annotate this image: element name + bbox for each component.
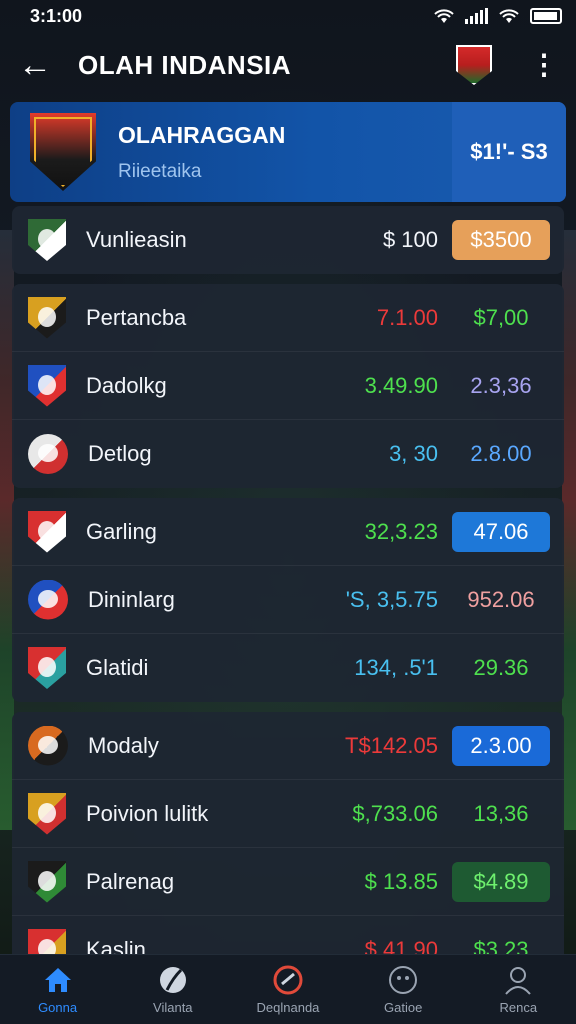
nav-tab-label: Vilanta [153,1000,193,1015]
status-time: 3:1:00 [30,5,83,26]
nav-tab[interactable]: Vilanta [123,964,223,1015]
table-row[interactable]: Dininlarg 'S, 3,5.75 952.06 [12,566,564,634]
price-value: 7.1.00 [376,304,438,330]
odds-button[interactable]: $4.89 [452,861,550,902]
hero-subtitle: Riieetaika [118,160,202,182]
odds-value: 2.3,36 [470,372,532,398]
league-badge-icon[interactable] [456,45,492,85]
team-name: Garling [86,518,157,544]
price-value: T$142.05 [345,732,438,758]
status-icons [433,8,562,24]
price-value: 134, .5'1 [354,655,438,680]
odds-value: 13,36 [473,800,529,826]
team-crest-icon [28,364,66,407]
odds-button[interactable]: 47.06 [452,511,550,552]
team-crest-icon [28,647,66,689]
app-bar: ← OLAH INDANSIA ⋮ [0,34,576,96]
nav-tab-label: Deqlnanda [256,1000,320,1015]
table-row[interactable]: Vunlieasin $ 100 $3500 [12,206,564,274]
odds-value: 952.06 [467,586,535,612]
whistle-icon [272,964,304,996]
stadium-background-right [562,230,576,830]
team-crest-icon [28,434,68,474]
team-name: Vunlieasin [86,227,187,252]
table-row[interactable]: Palrenag $ 13.85 $4.89 [12,848,564,916]
odds-button[interactable]: 2.3.00 [452,725,550,766]
nav-tab[interactable]: Gatioe [353,964,453,1015]
table-row[interactable]: Garling 32,3.23 47.06 [12,498,564,566]
table-row[interactable]: Detlog 3, 30 2.8.00 [12,420,564,488]
nav-tab-label: Renca [499,1000,538,1015]
team-name: Detlog [88,441,152,466]
team-group: Garling 32,3.23 47.06 Dininlarg 'S, 3,5.75 95… [12,498,564,702]
home-icon [42,964,74,996]
table-row[interactable]: Pertancba 7.1.00 $7,00 [12,284,564,352]
nav-tab[interactable]: Renca [468,964,568,1015]
user-icon [502,964,534,996]
price-value: 32,3.23 [364,518,438,544]
emoji-icon [387,964,419,996]
price-value: 'S, 3,5.75 [345,586,438,612]
team-name: Glatidi [86,655,149,680]
team-group: Modaly T$142.05 2.3.00 Poivion lulitk $,733.… [12,712,564,984]
signal-icon [465,8,488,24]
price-value: 3, 30 [389,441,438,466]
battery-icon [530,8,562,24]
team-list: Vunlieasin $ 100 $3500 Pertancba 7.1.00 $7,00… [12,206,564,994]
wifi-icon [499,9,519,23]
club-crest-icon [30,113,96,191]
team-crest-icon [28,860,66,903]
table-row[interactable]: Modaly T$142.05 2.3.00 [12,712,564,780]
price-value: $ 13.85 [364,868,438,894]
ball-icon [157,964,189,996]
back-arrow-icon[interactable]: ← [18,46,78,85]
team-name: Dadolkg [86,372,167,398]
nav-tab-label: Gatioe [384,1000,423,1015]
price-value: $ 100 [382,227,438,252]
status-bar: 3:1:00 [0,0,576,32]
nav-tab-label: Gonna [38,1000,78,1015]
bottom-navigation: Gonna Vilanta Deqlnanda Gatioe Renca [0,954,576,1024]
team-group: Pertancba 7.1.00 $7,00 Dadolkg 3.49.90 2.3,36… [12,284,564,488]
hero-value: $1!'- S3 [452,102,566,202]
team-name: Modaly [88,732,159,758]
hero-title: OLAHRAGGAN [118,121,286,148]
team-crest-icon [28,219,66,261]
table-row[interactable]: Glatidi 134, .5'1 29.36 [12,634,564,702]
odds-value: $7,00 [473,304,529,330]
price-value: $,733.06 [352,800,438,826]
table-row[interactable]: Poivion lulitk $,733.06 13,36 [12,780,564,848]
nav-tab[interactable]: Deqlnanda [238,964,338,1015]
odds-value: 29.36 [473,655,529,680]
page-title: OLAH INDANSIA [78,49,292,80]
more-options-icon[interactable]: ⋮ [530,51,558,79]
wifi-icon [434,9,454,23]
team-crest-icon [28,725,68,766]
team-crest-icon [28,510,66,553]
odds-value: 2.8.00 [470,441,532,466]
nav-tab[interactable]: Gonna [8,964,108,1015]
team-name: Poivion lulitk [86,800,209,826]
team-crest-icon [28,579,68,620]
team-name: Dininlarg [88,586,175,612]
hero-text: OLAHRAGGAN Riieetaika [118,122,452,183]
table-row[interactable]: Dadolkg 3.49.90 2.3,36 [12,352,564,420]
hero-card[interactable]: OLAHRAGGAN Riieetaika $1!'- S3 [10,102,566,202]
team-name: Palrenag [86,868,175,894]
team-group: Vunlieasin $ 100 $3500 [12,206,564,274]
team-crest-icon [28,792,66,835]
price-value: 3.49.90 [364,372,438,398]
team-name: Pertancba [86,304,187,330]
team-crest-icon [28,296,66,339]
odds-button[interactable]: $3500 [452,220,550,260]
